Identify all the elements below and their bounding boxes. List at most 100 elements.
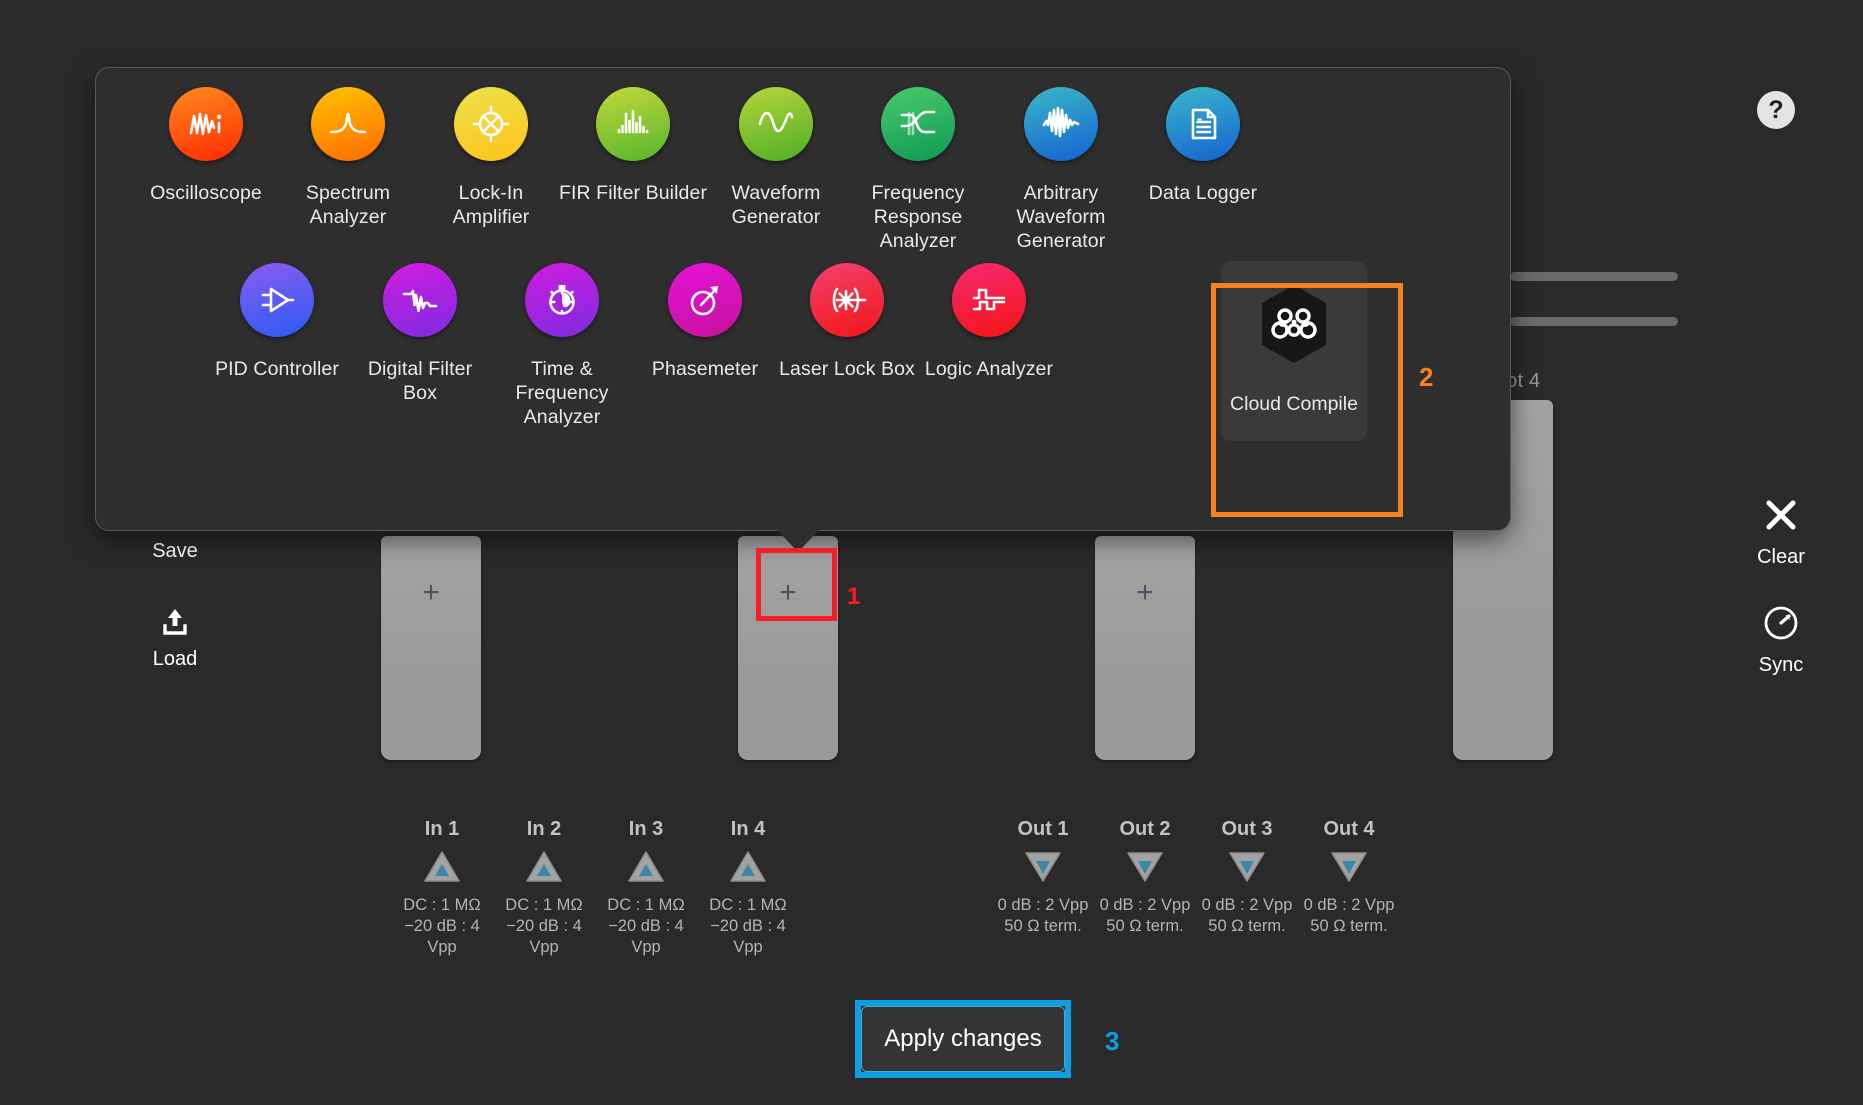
instrument-lock-in-amplifier[interactable]: Lock-In Amplifier [416,87,566,229]
instrument-frequency-response-analyzer[interactable]: Frequency Response Analyzer [843,87,993,253]
close-x-icon [1761,500,1801,539]
frequency-response-analyzer-icon-bubble [881,87,955,161]
port-connector-icon[interactable] [1197,850,1297,889]
instrument-label: Laser Lock Box [779,358,915,380]
input-port-2[interactable]: In 2 DC : 1 MΩ −20 dB : 4 Vpp [494,818,594,958]
data-logger-icon-bubble [1166,87,1240,161]
port-connector-icon[interactable] [698,850,798,889]
port-detail: DC : 1 MΩ −20 dB : 4 Vpp [607,896,685,956]
sync-button[interactable]: Sync [1726,603,1836,677]
annotation-box-3 [855,1000,1071,1078]
lock-in-amplifier-icon-bubble [454,87,528,161]
sync-label: Sync [1758,654,1804,676]
instrument-fir-filter-builder[interactable]: FIR Filter Builder [558,87,708,205]
app-root: Slot 4 + + + + Save Load Clear [0,0,1863,1105]
instrument-label: Arbitrary Waveform Generator [1016,182,1106,252]
annotation-number-2: 2 [1419,362,1434,392]
instrument-oscilloscope[interactable]: Oscilloscope [131,87,281,205]
output-port-1[interactable]: Out 1 0 dB : 2 Vpp 50 Ω term. [993,818,1093,937]
port-title: In 2 [526,818,562,840]
slot-3-plus-icon: + [1136,576,1154,609]
instrument-arbitrary-waveform-generator[interactable]: Arbitrary Waveform Generator [986,87,1136,253]
instrument-digital-filter-box[interactable]: Digital Filter Box [345,263,495,405]
load-button[interactable]: Load [130,605,220,671]
instrument-label: FIR Filter Builder [558,182,708,204]
oscilloscope-icon-bubble [169,87,243,161]
input-port-1[interactable]: In 1 DC : 1 MΩ −20 dB : 4 Vpp [392,818,492,958]
logic-analyzer-icon [966,277,1012,323]
slot-3[interactable]: + [1095,536,1195,760]
annotation-number-3: 3 [1105,1026,1120,1056]
port-connector-icon[interactable] [392,850,492,889]
instrument-phasemeter[interactable]: Phasemeter [630,263,780,381]
background-rail-1 [1510,272,1678,281]
waveform-generator-icon-bubble [739,87,813,161]
instrument-label: Data Logger [1148,182,1258,204]
instrument-waveform-generator[interactable]: Waveform Generator [701,87,851,229]
port-detail: 0 dB : 2 Vpp 50 Ω term. [1201,896,1293,935]
instrument-logic-analyzer[interactable]: Logic Analyzer [914,263,1064,381]
instrument-label: Waveform Generator [731,182,821,228]
output-port-4[interactable]: Out 4 0 dB : 2 Vpp 50 Ω term. [1299,818,1399,937]
instrument-time-frequency-analyzer[interactable]: Time & Frequency Analyzer [487,263,637,429]
input-port-4[interactable]: In 4 DC : 1 MΩ −20 dB : 4 Vpp [698,818,798,958]
instrument-label: Frequency Response Analyzer [871,182,965,252]
output-port-2[interactable]: Out 2 0 dB : 2 Vpp 50 Ω term. [1095,818,1195,937]
instrument-label: Digital Filter Box [367,358,473,404]
fir-filter-builder-icon-bubble [596,87,670,161]
port-connector-icon[interactable] [1095,850,1195,889]
phasemeter-icon-bubble [668,263,742,337]
arbitrary-waveform-generator-icon-bubble [1024,87,1098,161]
pid-controller-icon-bubble [240,263,314,337]
slot-1[interactable]: + [381,536,481,760]
clear-label: Clear [1757,546,1805,568]
port-detail: DC : 1 MΩ −20 dB : 4 Vpp [709,896,787,956]
waveform-generator-icon [753,101,799,147]
instrument-spectrum-analyzer[interactable]: Spectrum Analyzer [273,87,423,229]
port-connector-icon[interactable] [993,850,1093,889]
load-upload-icon [130,605,220,644]
instrument-label: Logic Analyzer [924,358,1054,380]
instrument-label: Spectrum Analyzer [305,182,391,228]
logic-analyzer-icon-bubble [952,263,1026,337]
port-title: Out 1 [1017,818,1069,840]
oscilloscope-icon [183,101,229,147]
port-connector-icon[interactable] [1299,850,1399,889]
time-frequency-analyzer-icon [539,277,585,323]
digital-filter-box-icon-bubble [383,263,457,337]
data-logger-icon [1180,101,1226,147]
port-detail: DC : 1 MΩ −20 dB : 4 Vpp [505,896,583,956]
instrument-pid-controller[interactable]: PID Controller [202,263,352,381]
help-icon[interactable]: ? [1757,91,1795,129]
spectrum-analyzer-icon-bubble [311,87,385,161]
digital-filter-box-icon [397,277,443,323]
phasemeter-icon [682,277,728,323]
save-button[interactable]: Save [130,540,220,563]
pid-controller-icon [254,277,300,323]
slot-1-plus-icon: + [422,576,440,609]
instrument-label: Phasemeter [651,358,759,380]
arbitrary-waveform-generator-icon [1038,101,1084,147]
instrument-label: Lock-In Amplifier [452,182,530,228]
input-port-3[interactable]: In 3 DC : 1 MΩ −20 dB : 4 Vpp [596,818,696,958]
instrument-label: PID Controller [215,358,339,380]
time-frequency-analyzer-icon-bubble [525,263,599,337]
save-label: Save [152,540,198,562]
port-title: Out 2 [1119,818,1171,840]
annotation-number-1: 1 [847,583,861,610]
lock-in-amplifier-icon [468,101,514,147]
annotation-box-2 [1211,283,1403,517]
clear-button[interactable]: Clear [1726,495,1836,569]
laser-lock-box-icon [824,277,870,323]
instrument-laser-lock-box[interactable]: Laser Lock Box [772,263,922,381]
laser-lock-box-icon-bubble [810,263,884,337]
port-detail: 0 dB : 2 Vpp 50 Ω term. [1099,896,1191,935]
load-label: Load [152,648,198,670]
port-connector-icon[interactable] [596,850,696,889]
background-rail-2 [1510,317,1678,326]
port-title: In 4 [730,818,766,840]
instrument-data-logger[interactable]: Data Logger [1128,87,1278,205]
port-title: In 1 [424,818,460,840]
port-connector-icon[interactable] [494,850,594,889]
output-port-3[interactable]: Out 3 0 dB : 2 Vpp 50 Ω term. [1197,818,1297,937]
